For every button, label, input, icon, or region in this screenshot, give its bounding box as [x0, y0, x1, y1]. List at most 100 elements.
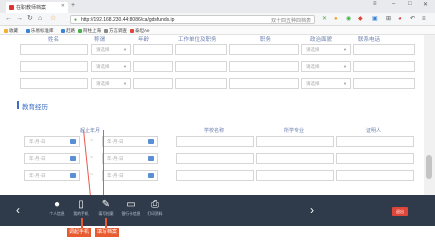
school-input[interactable] [176, 136, 254, 147]
forward-icon[interactable]: → [16, 15, 23, 23]
extension-icon[interactable]: ▣ [372, 15, 378, 23]
scrollbar[interactable] [424, 35, 435, 195]
bookmark-item[interactable]: 阿柱上海 [78, 28, 101, 34]
edit-icon: ✎ [101, 199, 111, 210]
extension-icon[interactable]: ◉ [346, 15, 351, 23]
column-header: 职务 [260, 37, 272, 43]
chevron-down-icon: ▼ [343, 81, 347, 86]
position-input[interactable] [229, 44, 299, 55]
bookmarks-bar: 收藏 乐易标准库 赶路 阿柱上海 方言调查 泰坦Ae [0, 26, 435, 35]
browser-tab-bar: 在职教师档案 ✕ + ≡ – □ ✕ [0, 0, 435, 13]
undo-icon[interactable]: ↶ [410, 15, 415, 23]
phone-input[interactable] [353, 78, 415, 89]
personal-info-button[interactable]: ● 个人信息 [45, 199, 69, 223]
column-header: 联系电话 [358, 37, 381, 43]
calendar-icon[interactable] [70, 173, 76, 178]
column-header: 证明人 [366, 128, 382, 134]
relation-select[interactable]: 请选择 ▼ [91, 44, 131, 55]
reload-icon[interactable]: ↻ [27, 15, 33, 23]
tool-label: 银行卡信息 [121, 212, 141, 216]
person-icon: ● [53, 199, 61, 210]
phone-input[interactable] [353, 61, 415, 72]
favicon-icon [9, 5, 14, 10]
name-input[interactable] [20, 44, 88, 55]
workplace-input[interactable] [175, 61, 227, 72]
major-input[interactable] [256, 153, 334, 164]
star-icon[interactable]: ☆ [50, 15, 56, 23]
witness-input[interactable] [336, 136, 414, 147]
workplace-input[interactable] [175, 78, 227, 89]
politics-select[interactable]: 请选择 ▼ [301, 61, 351, 72]
range-separator: ~ [90, 172, 93, 178]
name-input[interactable] [20, 78, 88, 89]
grid-icon[interactable]: ⊞ [386, 15, 391, 23]
workplace-input[interactable] [175, 44, 227, 55]
tab-title: 在职教师档案 [16, 5, 47, 11]
scroll-thumb[interactable] [426, 155, 432, 179]
new-tab-icon[interactable]: + [71, 2, 75, 9]
end-date-input[interactable]: 年-月-日 [102, 136, 158, 147]
menu-icon[interactable]: ≡ [373, 1, 377, 7]
politics-select[interactable]: 请选择 ▼ [301, 78, 351, 89]
bookmark-item[interactable]: 泰坦Ae [130, 28, 150, 34]
maximize-icon[interactable]: □ [408, 1, 412, 7]
column-header: 所学专业 [284, 128, 305, 134]
chevron-down-icon: ▼ [343, 47, 347, 52]
exit-button[interactable]: 退出 [392, 207, 408, 216]
phone-input[interactable] [353, 44, 415, 55]
print-button[interactable]: ⎙ 打印资料 [143, 199, 167, 223]
close-tab-icon[interactable]: ✕ [61, 3, 65, 9]
calendar-icon[interactable] [70, 156, 76, 161]
bookmark-item[interactable]: 乐易标准库 [26, 28, 54, 34]
chevron-down-icon: ▼ [343, 64, 347, 69]
next-page-button[interactable]: › [310, 203, 314, 217]
school-input[interactable] [176, 170, 254, 181]
prev-page-button[interactable]: ‹ [16, 203, 20, 217]
page-content: 姓名 称谓 年龄 工作单位及职务 职务 政治面貌 联系电话 请选择 ▼ 请选择 ▼ … [0, 35, 424, 195]
card-icon: ▭ [126, 199, 136, 210]
end-date-input[interactable]: 年-月-日 [102, 170, 158, 181]
bank-card-button[interactable]: ▭ 银行卡信息 [119, 199, 143, 223]
minimize-icon[interactable]: – [392, 1, 395, 7]
url-input[interactable]: ● http://192.168.230.44:8086/ca/gdsfunds… [70, 15, 315, 24]
witness-input[interactable] [336, 153, 414, 164]
tool-label: 填写档案 [98, 212, 114, 216]
start-date-input[interactable]: 年-月-日 [24, 170, 80, 181]
major-input[interactable] [256, 136, 334, 147]
politics-select[interactable]: 请选择 ▼ [301, 44, 351, 55]
age-input[interactable] [133, 44, 173, 55]
weibo-icon[interactable]: ◕ [398, 15, 402, 23]
age-input[interactable] [133, 78, 173, 89]
app-toolbar: ‹ ● 个人信息 ▯ 我的手机 ✎ 填写档案 ▭ 银行卡信息 ⎙ 打印资料 › … [0, 195, 435, 226]
bookmark-item[interactable]: 收藏 [4, 28, 18, 34]
calendar-icon[interactable] [148, 139, 154, 144]
back-icon[interactable]: ← [5, 15, 12, 23]
section-title: 教育经历 [17, 101, 48, 111]
major-input[interactable] [256, 170, 334, 181]
start-date-input[interactable]: 年-月-日 [24, 153, 80, 164]
name-input[interactable] [20, 61, 88, 72]
bookmark-item[interactable]: 赶路 [61, 28, 75, 34]
position-input[interactable] [229, 61, 299, 72]
extension-icon[interactable]: ◆ [358, 15, 363, 23]
extension-icon[interactable]: ● [334, 15, 338, 23]
calendar-icon[interactable] [70, 139, 76, 144]
home-icon[interactable]: ⌂ [38, 15, 42, 23]
start-date-input[interactable]: 年-月-日 [24, 136, 80, 147]
callout-label: 填写档案 [95, 228, 120, 237]
menu-more-icon[interactable]: ≡ [422, 15, 426, 23]
close-window-icon[interactable]: ✕ [423, 1, 428, 8]
witness-input[interactable] [336, 170, 414, 181]
relation-select[interactable]: 请选择 ▼ [91, 61, 131, 72]
end-date-input[interactable]: 年-月-日 [102, 153, 158, 164]
extension-icon[interactable]: ✕ [322, 15, 327, 23]
calendar-icon[interactable] [148, 173, 154, 178]
calendar-icon[interactable] [148, 156, 154, 161]
position-input[interactable] [229, 78, 299, 89]
browser-tab[interactable]: 在职教师档案 ✕ [6, 2, 68, 13]
age-input[interactable] [133, 61, 173, 72]
school-input[interactable] [176, 153, 254, 164]
bookmark-item[interactable]: 方言调查 [104, 28, 127, 34]
callout-pointer [81, 218, 83, 228]
relation-select[interactable]: 请选择 ▼ [91, 78, 131, 89]
